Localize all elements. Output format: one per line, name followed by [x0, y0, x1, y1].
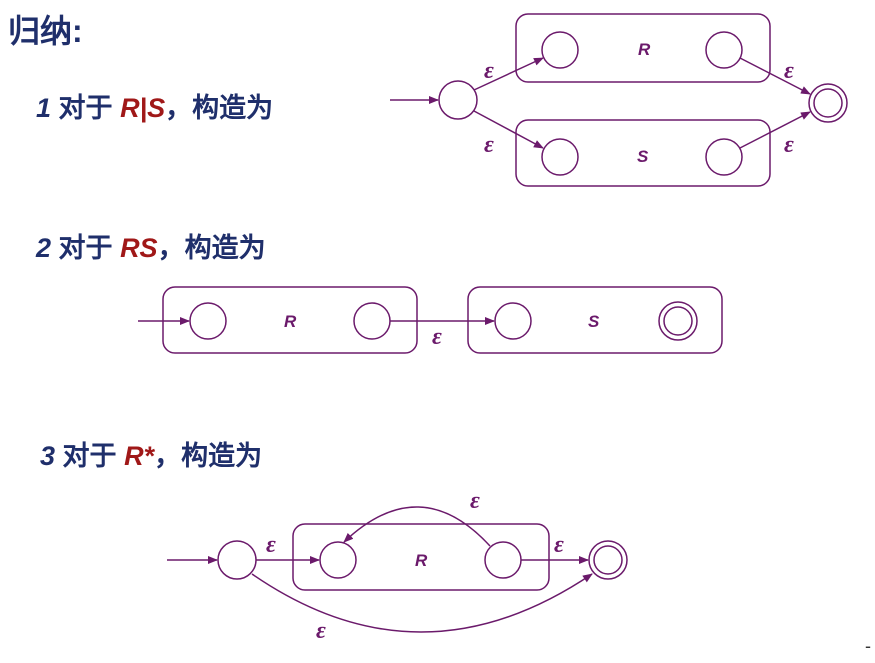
s-start-state — [541, 138, 579, 176]
footer-dash: - — [865, 636, 871, 656]
nfa-diagrams: ε ε ε ε ε ε ε ε ε R S R S R — [138, 13, 848, 644]
accept-state-inner — [813, 88, 843, 118]
s-start-state — [494, 302, 532, 340]
epsilon-label: ε — [316, 618, 326, 644]
diagram-union — [390, 13, 848, 187]
epsilon-label: ε — [432, 324, 442, 350]
epsilon-label: ε — [266, 532, 276, 558]
r-start-state — [541, 31, 579, 69]
start-state — [217, 540, 257, 580]
r-label: R — [638, 40, 651, 59]
s-label: S — [637, 147, 649, 166]
epsilon-loop-edge — [343, 506, 491, 547]
epsilon-edge — [739, 111, 811, 149]
accept-state-inner — [663, 306, 693, 336]
r-label: R — [415, 551, 428, 570]
epsilon-label: ε — [554, 532, 564, 558]
start-state — [438, 80, 478, 120]
s-label: S — [588, 312, 600, 331]
r-end-state — [353, 302, 391, 340]
r-end-state — [705, 31, 743, 69]
diagram-concat — [138, 286, 723, 354]
epsilon-label: ε — [484, 58, 494, 84]
r-label: R — [284, 312, 297, 331]
r-end-state — [484, 541, 522, 579]
epsilon-label: ε — [784, 58, 794, 84]
epsilon-label: ε — [470, 488, 480, 514]
accept-state-inner — [593, 545, 623, 575]
epsilon-edge — [739, 57, 811, 95]
r-start-state — [319, 541, 357, 579]
epsilon-bypass-edge — [251, 573, 593, 633]
s-end-state — [705, 138, 743, 176]
diagram-star — [167, 506, 628, 633]
r-start-state — [189, 302, 227, 340]
epsilon-label: ε — [484, 132, 494, 158]
epsilon-label: ε — [784, 132, 794, 158]
